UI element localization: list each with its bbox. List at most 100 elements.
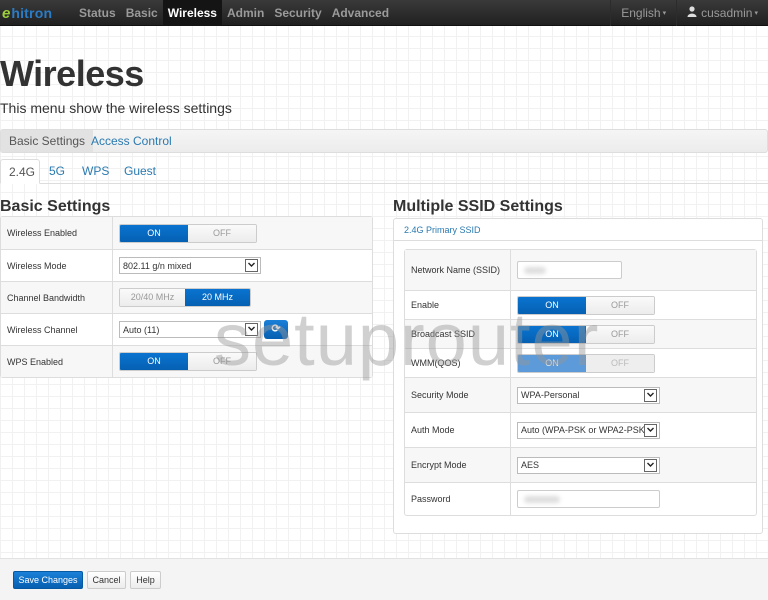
auth-mode-label: Auth Mode [405, 413, 511, 447]
row-wireless-mode: Wireless Mode 802.11 g/n mixed [1, 249, 372, 281]
language-label: English [621, 6, 661, 20]
nav-basic[interactable]: Basic [121, 0, 163, 26]
chevron-down-icon [644, 423, 657, 437]
page-title: Wireless [0, 53, 144, 94]
wireless-channel-select[interactable]: Auto (11) [119, 321, 261, 338]
user-icon [687, 1, 697, 27]
caret-down-icon: ▾ [754, 9, 758, 17]
password-input[interactable] [517, 490, 660, 508]
tab-access-control[interactable]: Access Control [83, 130, 180, 152]
wireless-enabled-toggle[interactable]: ON OFF [119, 223, 257, 243]
wireless-mode-label: Wireless Mode [1, 250, 113, 281]
toggle-off[interactable]: OFF [188, 353, 256, 370]
toggle-off[interactable]: OFF [188, 224, 256, 242]
auth-mode-select[interactable]: Auto (WPA-PSK or WPA2-PSK) [517, 421, 660, 439]
user-dropdown[interactable]: cusadmin ▾ [676, 0, 768, 26]
tab-guest[interactable]: Guest [124, 159, 156, 184]
row-network-name: Network Name (SSID) [405, 250, 756, 290]
wps-enabled-toggle[interactable]: ON OFF [119, 352, 257, 371]
encrypt-mode-value: AES [521, 460, 540, 470]
help-button[interactable]: Help [130, 571, 161, 589]
save-changes-button[interactable]: Save Changes [13, 571, 83, 589]
chevron-down-icon [245, 323, 258, 336]
wireless-enabled-label: Wireless Enabled [1, 217, 113, 249]
cancel-button[interactable]: Cancel [87, 571, 126, 589]
nav-status[interactable]: Status [74, 0, 121, 26]
ssid-panel-heading[interactable]: 2.4G Primary SSID [394, 219, 762, 241]
chevron-down-icon [644, 458, 657, 472]
security-mode-value: WPA-Personal [521, 390, 580, 400]
row-auth-mode: Auth Mode Auto (WPA-PSK or WPA2-PSK) [405, 412, 756, 447]
network-name-label: Network Name (SSID) [405, 250, 511, 290]
network-name-input[interactable] [517, 261, 622, 279]
hitron-logo[interactable]: e hitron [2, 4, 52, 22]
row-enable: Enable ON OFF [405, 290, 756, 319]
ssid-settings-title: Multiple SSID Settings [393, 198, 563, 215]
nav-security[interactable]: Security [269, 0, 326, 26]
chevron-down-icon [644, 388, 657, 402]
nav-wireless[interactable]: Wireless [162, 0, 222, 26]
ssid-settings-table: Network Name (SSID) Enable ON OFF Broadc… [404, 249, 757, 516]
row-password: Password [405, 482, 756, 515]
password-label: Password [405, 483, 511, 515]
nav-admin[interactable]: Admin [222, 0, 269, 26]
chevron-down-icon [245, 259, 258, 272]
blurred-ssid-value [524, 267, 546, 274]
nav-right: English ▾ cusadmin ▾ [610, 0, 768, 26]
bandwidth-20-40[interactable]: 20/40 MHz [120, 289, 185, 306]
ssid-enable-toggle[interactable]: ON OFF [517, 295, 655, 315]
settings-tabs: Basic Settings Access Control [0, 129, 768, 153]
page-subtitle: This menu show the wireless settings [0, 100, 232, 116]
refresh-channel-button[interactable]: ⟳ [264, 320, 288, 339]
main-nav: Status Basic Wireless Admin Security Adv… [74, 0, 394, 26]
footer-bar: Save Changes Cancel Help [0, 558, 768, 600]
toggle-on[interactable]: ON [518, 296, 586, 314]
auth-mode-value: Auto (WPA-PSK or WPA2-PSK) [521, 425, 648, 435]
band-tabs: 2.4G 5G WPS Guest [0, 159, 768, 184]
toggle-on: ON [518, 354, 586, 372]
row-broadcast-ssid: Broadcast SSID ON OFF [405, 319, 756, 348]
encrypt-mode-label: Encrypt Mode [405, 448, 511, 482]
row-wireless-enabled: Wireless Enabled ON OFF [1, 217, 372, 249]
row-wps-enabled: WPS Enabled ON OFF [1, 345, 372, 377]
top-navbar: e hitron Status Basic Wireless Admin Sec… [0, 0, 768, 26]
refresh-icon: ⟳ [271, 323, 281, 335]
enable-label: Enable [405, 291, 511, 319]
broadcast-ssid-toggle[interactable]: ON OFF [517, 324, 655, 344]
basic-settings-title: Basic Settings [0, 198, 111, 215]
blurred-password-value [524, 496, 560, 503]
security-mode-label: Security Mode [405, 378, 511, 412]
toggle-on[interactable]: ON [120, 353, 188, 370]
logo-mark: e [2, 4, 11, 22]
wps-enabled-label: WPS Enabled [1, 346, 113, 377]
wireless-mode-value: 802.11 g/n mixed [123, 260, 192, 271]
encrypt-mode-select[interactable]: AES [517, 456, 660, 474]
toggle-off[interactable]: OFF [586, 296, 654, 314]
channel-bandwidth-label: Channel Bandwidth [1, 282, 113, 313]
row-encrypt-mode: Encrypt Mode AES [405, 447, 756, 482]
wmm-qos-label: WMM(QOS) [405, 349, 511, 377]
wireless-mode-select[interactable]: 802.11 g/n mixed [119, 257, 261, 274]
nav-advanced[interactable]: Advanced [327, 0, 394, 26]
toggle-off[interactable]: OFF [586, 325, 654, 343]
user-name: cusadmin [701, 6, 753, 20]
logo-text: hitron [11, 5, 53, 21]
tab-wps[interactable]: WPS [82, 159, 109, 184]
security-mode-select[interactable]: WPA-Personal [517, 386, 660, 404]
language-dropdown[interactable]: English ▾ [610, 0, 676, 26]
row-security-mode: Security Mode WPA-Personal [405, 377, 756, 412]
toggle-on[interactable]: ON [518, 325, 586, 343]
row-wireless-channel: Wireless Channel Auto (11) ⟳ [1, 313, 372, 345]
row-wmm-qos: WMM(QOS) ON OFF [405, 348, 756, 377]
ssid-panel: 2.4G Primary SSID Network Name (SSID) En… [393, 218, 763, 534]
tab-2-4g[interactable]: 2.4G [0, 159, 40, 184]
caret-down-icon: ▾ [662, 9, 667, 17]
bandwidth-20[interactable]: 20 MHz [185, 289, 250, 306]
wmm-qos-toggle: ON OFF [517, 353, 655, 373]
wireless-channel-value: Auto (11) [123, 324, 160, 335]
tab-basic-settings[interactable]: Basic Settings [1, 130, 94, 152]
broadcast-ssid-label: Broadcast SSID [405, 320, 511, 348]
toggle-on[interactable]: ON [120, 224, 188, 242]
channel-bandwidth-toggle[interactable]: 20/40 MHz 20 MHz [119, 288, 251, 307]
tab-5g[interactable]: 5G [49, 159, 65, 184]
